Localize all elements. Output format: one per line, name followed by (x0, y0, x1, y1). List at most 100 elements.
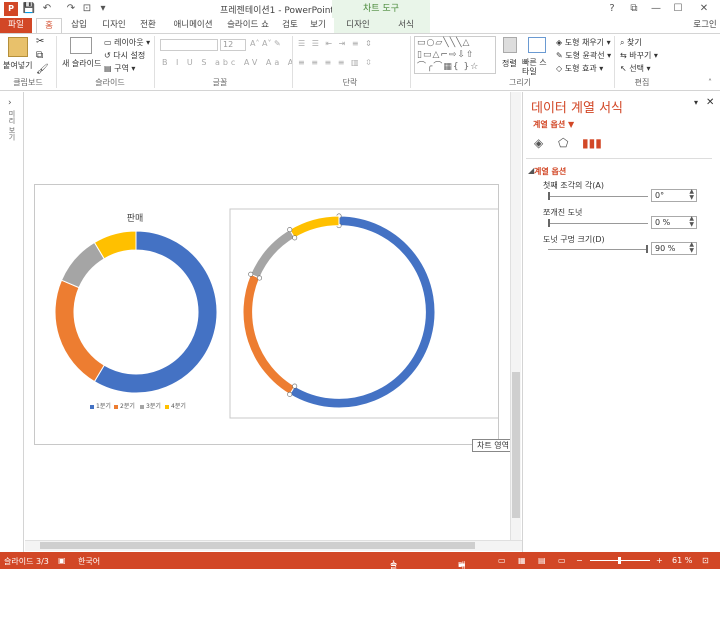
maximize-button[interactable]: ☐ (668, 2, 688, 16)
undo-icon[interactable]: ↶ (40, 2, 54, 16)
new-slide-button[interactable]: 새 슬라이드 (62, 58, 101, 69)
shape-fill-button[interactable]: ◈ 도형 채우기 ▾ (556, 37, 611, 48)
paste-button[interactable]: 붙여넣기 (3, 60, 32, 71)
tab-insert[interactable]: 삽입 (66, 18, 92, 33)
chart2-slice-1[interactable] (289, 215, 436, 409)
zoom-level[interactable]: 61 % (672, 556, 692, 565)
tab-animations[interactable]: 애니메이션 (168, 18, 218, 33)
font-style-buttons[interactable]: B I U S abc AV Aa A (162, 58, 296, 67)
zoom-slider-handle[interactable] (618, 557, 621, 564)
first-slice-angle-slider[interactable] (548, 196, 648, 197)
spinner-arrows-icon[interactable]: ▲ ▼ (689, 216, 694, 228)
shape-outline-button[interactable]: ✎ 도형 윤곽선 ▾ (556, 50, 611, 61)
reading-view-icon[interactable]: ▤ (538, 556, 546, 565)
tab-file[interactable]: 파일 (0, 18, 32, 33)
start-from-beginning-icon[interactable]: ⊡ (80, 2, 94, 16)
arrange-icon[interactable] (503, 37, 517, 53)
tab-view[interactable]: 보기 (306, 18, 330, 33)
hole-size-slider-handle[interactable] (646, 245, 648, 253)
redo-icon[interactable]: ↷ (64, 2, 78, 16)
spinner-arrows-icon[interactable]: ▲ ▼ (689, 189, 694, 201)
first-slice-angle-slider-handle[interactable] (548, 192, 550, 200)
zoom-in-icon[interactable]: + (656, 556, 663, 565)
tab-design[interactable]: 디자인 (98, 18, 130, 33)
tab-review[interactable]: 검토 (278, 18, 302, 33)
powerpoint-app-icon[interactable]: P (4, 2, 18, 16)
shape-effects-button[interactable]: ◇ 도형 효과 ▾ (556, 63, 603, 74)
selection-handle[interactable] (287, 227, 293, 233)
list-buttons[interactable]: ☰ ☰ ⇤ ⇥ ≡ ⇕ (298, 39, 374, 48)
hole-size-slider[interactable] (548, 249, 648, 250)
ribbon-display-options-button[interactable]: ⧉ (624, 2, 644, 16)
slide-sorter-icon[interactable]: ▦ (518, 556, 526, 565)
chart2-slice-4[interactable] (289, 215, 340, 239)
layout-button[interactable]: ▭ 레이아웃 ▾ (104, 37, 150, 48)
grow-shrink-font-icons[interactable]: A˄ A˅ ✎ (250, 39, 281, 48)
chart1-slice-3[interactable] (60, 241, 105, 289)
fit-to-window-icon[interactable]: ⊡ (702, 556, 709, 565)
chart2-slice-3[interactable] (250, 228, 296, 279)
language-indicator[interactable]: 한국어 (78, 556, 100, 567)
chart2-slice-2[interactable] (242, 273, 296, 396)
tab-transitions[interactable]: 전환 (136, 18, 160, 33)
selection-handle[interactable] (287, 391, 293, 397)
cut-icon[interactable]: ✂ (36, 36, 44, 47)
format-painter-icon[interactable]: 🖌 (36, 64, 49, 75)
login-link[interactable]: 로그인 (690, 18, 720, 33)
find-button[interactable]: ⌕ 찾기 (620, 37, 642, 48)
explosion-spinner[interactable]: 0 % ▲ ▼ (651, 216, 697, 229)
pane-close-icon[interactable]: ✕ (706, 97, 714, 108)
close-button[interactable]: ✕ (694, 2, 714, 16)
selection-handle[interactable] (257, 275, 263, 281)
fill-line-icon[interactable]: ◈ (534, 136, 552, 152)
explosion-slider[interactable] (548, 223, 648, 224)
align-buttons[interactable]: ≡ ≡ ≡ ≡ ▥ ⇳ (298, 58, 374, 67)
zoom-out-icon[interactable]: − (576, 556, 583, 565)
spinner-arrows-icon[interactable]: ▲ ▼ (689, 242, 694, 254)
new-slide-icon[interactable] (70, 37, 92, 54)
effects-icon[interactable]: ⬠ (558, 136, 576, 152)
selection-handle[interactable] (248, 271, 254, 277)
minimize-button[interactable]: — (646, 2, 666, 16)
replace-button[interactable]: ⇆ 바꾸기 ▾ (620, 50, 658, 61)
quick-styles-icon[interactable] (528, 37, 546, 53)
tab-home[interactable]: 홈 (36, 18, 62, 33)
select-button[interactable]: ↖ 선택 ▾ (620, 63, 651, 74)
first-slice-angle-spinner[interactable]: 0° ▲ ▼ (651, 189, 697, 202)
explosion-slider-handle[interactable] (548, 219, 550, 227)
copy-icon[interactable]: ⧉ (36, 50, 43, 61)
shapes-gallery[interactable]: ▭○▱╲╲╲△ ▯▭△⌐⇨⇩⇧ ⌒╭⌒▦{ }☆ (414, 36, 496, 74)
quick-styles-button[interactable]: 빠른 스타일 (522, 58, 552, 76)
paste-icon[interactable] (8, 37, 28, 57)
chart1-slice-1[interactable] (93, 230, 218, 394)
pane-options-icon[interactable]: ▾ (694, 98, 698, 107)
vertical-scroll-thumb[interactable] (512, 372, 520, 518)
font-size-field[interactable]: 12 (220, 39, 246, 51)
hole-size-spinner[interactable]: 90 % ▲ ▼ (651, 242, 697, 255)
chart1-donut[interactable] (54, 230, 218, 394)
chart2-selection-frame[interactable] (229, 208, 499, 419)
arrange-button[interactable]: 정렬 (502, 58, 517, 69)
tab-chart-format[interactable]: 서식 (382, 18, 430, 33)
tab-slideshow[interactable]: 슬라이드 쇼 (224, 18, 272, 33)
reset-button[interactable]: ↺ 다시 설정 (104, 50, 145, 61)
help-button[interactable]: ? (602, 2, 622, 16)
chart1-slice-2[interactable] (54, 279, 105, 383)
font-name-field[interactable] (160, 39, 218, 51)
ribbon-separator (292, 36, 293, 88)
chart2-donut[interactable] (242, 213, 436, 409)
selection-handle[interactable] (292, 235, 298, 241)
tab-chart-design[interactable]: 디자인 (334, 18, 382, 33)
save-icon[interactable]: 💾 (22, 2, 36, 16)
normal-view-icon[interactable]: ▭ (498, 556, 506, 565)
series-options-dropdown[interactable]: 계열 옵션 ▼ (533, 119, 574, 130)
horizontal-scroll-thumb[interactable] (40, 542, 475, 549)
selection-handle[interactable] (292, 383, 298, 389)
collapse-ribbon-icon[interactable]: ˄ (708, 78, 712, 87)
spellcheck-icon[interactable]: ▣ (58, 556, 66, 565)
series-options-icon[interactable]: ▮▮▮ (582, 136, 602, 152)
slideshow-icon[interactable]: ▭ (558, 556, 566, 565)
customize-quick-access-icon[interactable]: ▾ (96, 2, 110, 16)
expand-thumbnails-icon[interactable]: › (8, 98, 12, 108)
section-button[interactable]: ▤ 구역 ▾ (104, 63, 135, 74)
